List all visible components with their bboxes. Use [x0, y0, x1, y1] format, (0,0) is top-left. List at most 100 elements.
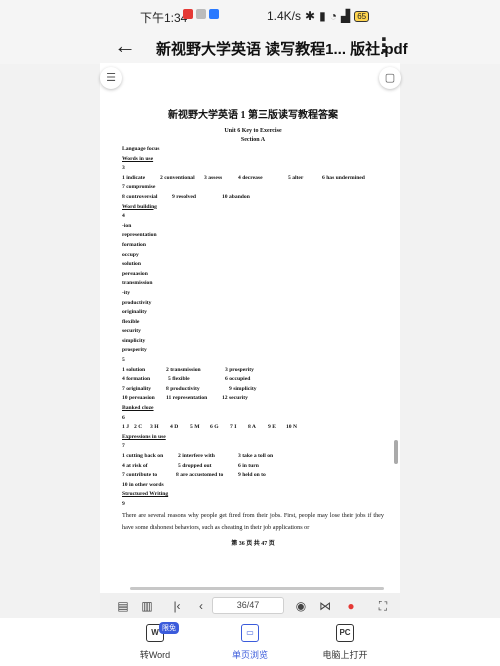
system-indicators: 1.4K/s ✱ ▮ ◔ ▟ 65	[267, 9, 370, 23]
answer-item: 4 D	[170, 424, 179, 431]
wifi-icon: ◔	[329, 9, 337, 23]
horizontal-scrollbar[interactable]	[130, 587, 384, 590]
answer-item: 11 representation	[166, 395, 208, 402]
answer-line: 7	[122, 443, 125, 450]
answer-item: 4 at risk of	[122, 462, 148, 469]
answer-line: simplicity	[122, 337, 146, 344]
answer-item: 3 take a toll on	[238, 453, 274, 459]
bluetooth-icon: ✱	[305, 9, 316, 23]
answer-item: 5 flexible	[168, 376, 190, 383]
section-label: Word building	[122, 203, 157, 210]
answer-line: -ion	[122, 222, 132, 229]
more-options-icon[interactable]: ⋮	[374, 32, 394, 62]
section-heading: Section A	[240, 137, 266, 143]
answer-item: 10 persuasion	[122, 395, 155, 402]
answer-item: 3 assess	[204, 174, 223, 181]
outline-icon[interactable]: ☰	[100, 67, 122, 89]
answer-line: prosperity	[122, 347, 147, 354]
single-page-view-button[interactable]: ▭ 单页浏览	[210, 622, 290, 661]
answer-line: productivity	[122, 299, 152, 306]
answer-item: 5 dropped out	[178, 462, 212, 469]
eye-protect-icon[interactable]: ◉	[290, 595, 312, 617]
answer-item: 1 solution	[122, 366, 146, 373]
single-page-view-label: 单页浏览	[231, 650, 268, 660]
answer-item: 3 H	[150, 424, 159, 431]
answer-line: 6	[122, 414, 125, 421]
page-list-icon[interactable]: ▥	[136, 595, 158, 617]
answer-item: 3 prosperity	[225, 366, 254, 373]
answer-row: 8 controversial 9 resolved 10 abandon	[122, 193, 384, 203]
answer-row: 7 originality 8 productivity 9 simplicity	[122, 385, 384, 395]
answer-row: 1 solution 2 transmission 3 prosperity	[122, 366, 384, 376]
bottom-navigation: 限免 W 转Word ▭ 单页浏览 PC 电脑上打开	[0, 618, 500, 666]
open-on-pc-button[interactable]: PC 电脑上打开	[305, 622, 385, 661]
answer-line: 10 in other words	[122, 481, 164, 488]
answer-item: 7 contribute to	[122, 472, 158, 479]
fullscreen-icon[interactable]: ⛶	[372, 595, 394, 617]
document-title: 新视野大学英语 读写教程1... 版社.pdf	[156, 41, 408, 58]
writing-paragraph: There are several reasons why people get…	[122, 511, 384, 531]
battery-icon: 65	[354, 10, 370, 22]
answer-line: Language focus	[122, 146, 160, 152]
answer-item: 8 A	[248, 424, 256, 431]
convert-to-word-label: 转Word	[139, 650, 171, 660]
thumbnail-list-icon[interactable]: ▤	[112, 595, 134, 617]
mute-icon: ▮	[319, 9, 326, 23]
open-on-pc-label: 电脑上打开	[322, 650, 368, 660]
answer-line: occupy	[122, 251, 139, 258]
first-page-icon[interactable]: |‹	[166, 595, 188, 617]
answer-line: persuasion	[122, 270, 148, 277]
answer-line: 7 compromise	[122, 184, 156, 191]
section-label: Structured Writing	[122, 491, 169, 498]
answer-item: 1 J	[122, 424, 129, 431]
previous-page-icon[interactable]: ‹	[190, 595, 212, 617]
page-heading: 新视野大学英语 1 第三版读写教程答案	[168, 110, 338, 121]
split-view-icon[interactable]: ⋈	[314, 595, 336, 617]
record-icon[interactable]: ●	[340, 595, 362, 617]
answer-item: 9 resolved	[172, 193, 196, 200]
answer-item: 6 occupied	[225, 376, 251, 383]
status-time: 下午1:34	[140, 11, 188, 25]
answer-item: 6 G	[210, 424, 219, 431]
answer-item: 10 abandon	[222, 193, 250, 200]
pdf-viewer[interactable]: 新视野大学英语 1 第三版读写教程答案 Unit 6 Key to Exerci…	[100, 63, 400, 594]
answer-line: originality	[122, 309, 147, 316]
answer-item: 2 interfere with	[178, 453, 215, 459]
network-speed: 1.4K/s	[267, 9, 302, 23]
free-badge: 限免	[159, 622, 179, 634]
answer-item: 9 held on to	[238, 472, 266, 479]
answer-row: 1 cutting back on 2 interfere with 3 take …	[122, 452, 384, 462]
answer-line: solution	[122, 261, 141, 268]
answer-line: representation	[122, 232, 157, 239]
answer-row: 1 indicate 2 conventional 3 assess 4 decrea…	[122, 174, 384, 184]
answer-line: 4	[122, 213, 125, 220]
app-notification-icon	[209, 9, 219, 19]
answer-line: transmission	[122, 280, 153, 287]
unit-heading: Unit 6 Key to Exercise	[224, 128, 282, 134]
single-page-icon: ▭	[241, 624, 259, 642]
answer-item: 5 M	[190, 424, 200, 431]
answer-item: 4 formation	[122, 376, 151, 383]
answer-line: 9	[122, 500, 125, 507]
answer-item: 8 are accustomed to	[176, 472, 224, 479]
page-indicator[interactable]: 36/47	[212, 597, 284, 614]
answer-line: 5	[122, 357, 125, 364]
answer-line: flexible	[122, 318, 140, 325]
answer-line: 3	[122, 165, 125, 172]
section-label: Expressions in use	[122, 433, 166, 440]
answer-item: 5 alter	[288, 174, 304, 181]
section-label: Words in use	[122, 155, 154, 162]
comment-icon[interactable]: ▢	[379, 67, 401, 89]
answer-row: 4 formation 5 flexible 6 occupied	[122, 375, 384, 385]
answer-item: 9 E	[268, 424, 276, 431]
answer-item: 8 controversial	[122, 193, 158, 200]
answer-row: 1 J 2 C 3 H 4 D 5 M 6 G 7 I 8 A 9 E 10 N	[122, 423, 384, 433]
vertical-scrollbar[interactable]	[394, 440, 398, 464]
section-label: Banked cloze	[122, 405, 154, 412]
page-content: 新视野大学英语 1 第三版读写教程答案 Unit 6 Key to Exerci…	[122, 109, 384, 549]
reader-toolbar: ▤ ▥ |‹ ‹ 36/47 ◉ ⋈ ● ⛶	[100, 594, 400, 618]
back-arrow-icon[interactable]: ←	[110, 30, 140, 64]
answer-item: 4 decrease	[238, 174, 263, 181]
convert-to-word-button[interactable]: 限免 W 转Word	[115, 622, 195, 661]
pc-icon: PC	[336, 624, 354, 642]
